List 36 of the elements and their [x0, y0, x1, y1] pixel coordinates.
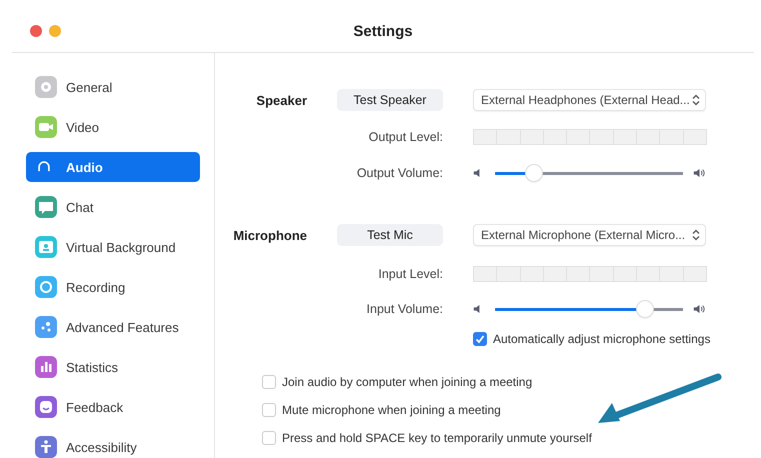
speaker-low-icon: [473, 168, 481, 178]
sidebar-item[interactable]: Recording: [26, 272, 200, 302]
level-label: Output Level:: [368, 130, 443, 144]
slider-thumb[interactable]: [637, 301, 654, 317]
level-label: Input Level:: [377, 267, 443, 281]
minimize-button[interactable]: [49, 25, 61, 37]
section-title: Speaker: [255, 92, 307, 108]
auto-adjust-checkbox[interactable]: Automatically adjust microphone settings: [473, 331, 710, 347]
volume-label: Output Volume:: [356, 166, 443, 180]
option-checkbox[interactable]: Mute microphone when joining a meeting: [262, 396, 754, 424]
sidebar-item[interactable]: Chat: [26, 192, 200, 222]
sidebar-item[interactable]: General: [26, 72, 200, 102]
sidebar-item[interactable]: Virtual Background: [26, 232, 200, 262]
sidebar-item[interactable]: Feedback: [26, 392, 200, 422]
sidebar-item[interactable]: Statistics: [26, 352, 200, 382]
option-checkbox[interactable]: Join audio by computer when joining a meeting: [262, 368, 754, 396]
test-button[interactable]: Test Speaker: [337, 89, 443, 111]
close-button[interactable]: [30, 25, 42, 37]
sidebar-item[interactable]: Accessibility: [26, 432, 200, 458]
sidebar-item[interactable]: Advanced Features: [26, 312, 200, 342]
chevron-icon: [692, 94, 700, 106]
sidebar-item[interactable]: Video: [26, 112, 200, 142]
speaker-loud-icon: [693, 168, 706, 178]
chevron-icon: [692, 229, 700, 241]
volume-label: Input Volume:: [366, 302, 443, 316]
slider-thumb[interactable]: [526, 165, 542, 181]
section-title: Microphone: [232, 228, 307, 242]
window-title: Settings: [353, 22, 413, 40]
test-button[interactable]: Test Mic: [337, 224, 443, 246]
checkmark-icon: [474, 333, 486, 345]
speaker-loud-icon: [693, 304, 706, 314]
option-checkbox[interactable]: Press and hold SPACE key to temporarily unmute yourself: [262, 424, 754, 452]
speaker-low-icon: [473, 304, 481, 314]
device-dropdown[interactable]: External Microphone (External Micro...: [473, 224, 706, 246]
sidebar-item[interactable]: Audio: [26, 152, 200, 182]
device-dropdown[interactable]: External Headphones (External Head...: [473, 89, 706, 111]
